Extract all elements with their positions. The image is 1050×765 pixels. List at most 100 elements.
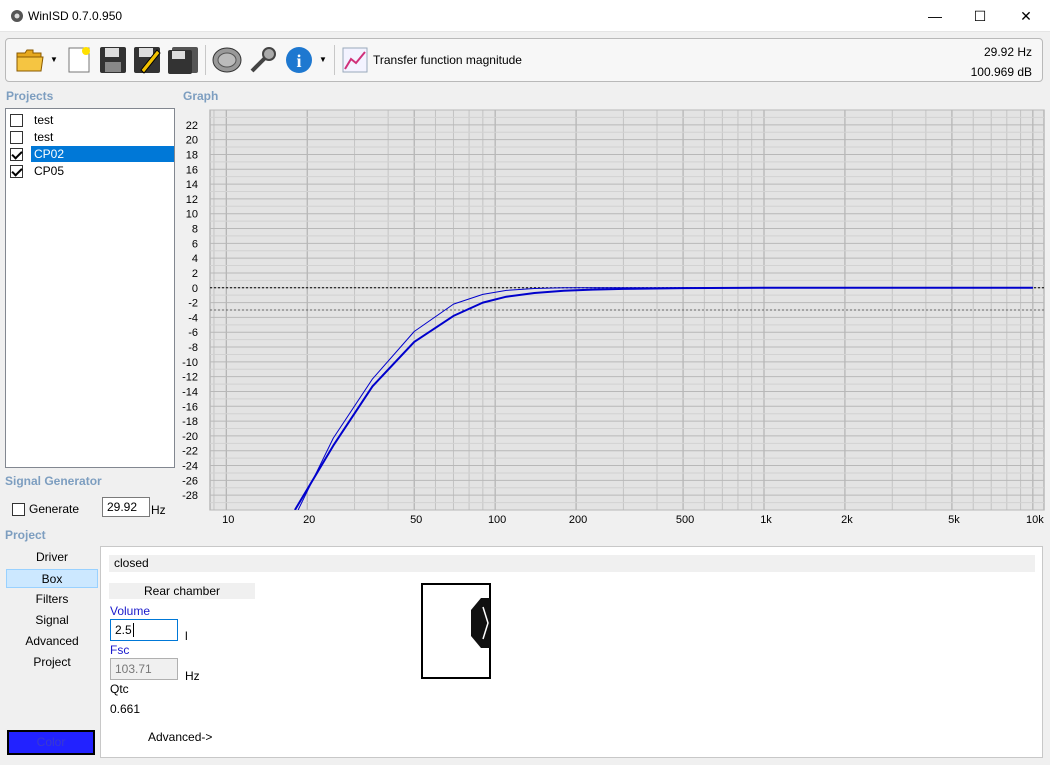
y-tick-label: 10 (186, 209, 198, 221)
project-label: test (34, 113, 54, 127)
rear-chamber-tab[interactable]: Rear chamber (109, 583, 255, 599)
x-tick-label: 20 (303, 514, 315, 526)
maximize-button[interactable]: ☐ (957, 0, 1003, 32)
y-tick-label: 8 (192, 224, 198, 236)
info-icon: i (286, 47, 312, 73)
project-item[interactable]: CP05 (8, 163, 174, 179)
toolbar: ▼ i ▼ Transfer function magnitude 29.92 … (5, 38, 1043, 82)
project-label: CP02 (31, 146, 174, 162)
x-tick-label: 10 (222, 514, 234, 526)
box-type-dropdown[interactable]: closed (109, 555, 1035, 572)
project-checkbox[interactable] (10, 147, 23, 161)
project-item[interactable]: CP02 (8, 146, 174, 162)
qtc-value: 0.661 (110, 702, 141, 716)
project-checkbox[interactable] (10, 130, 23, 144)
window-title: WinISD 0.7.0.950 (28, 9, 123, 23)
graph-type-button[interactable] (340, 43, 370, 77)
y-tick-label: 18 (186, 149, 198, 161)
generate-checkbox[interactable]: Generate (12, 502, 79, 516)
new-project-icon (68, 47, 90, 73)
x-tick-label: 5k (948, 514, 960, 526)
y-tick-label: 12 (186, 194, 198, 206)
advanced-link[interactable]: Advanced-> (148, 730, 212, 744)
tools-icon (250, 47, 276, 73)
signal-frequency-unit: Hz (151, 503, 166, 517)
y-tick-label: 6 (192, 238, 198, 250)
project-checkbox[interactable] (10, 113, 23, 127)
box-type-value: closed (114, 556, 149, 570)
toolbar-separator (334, 45, 335, 75)
closed-box-diagram (421, 583, 491, 679)
readout-level: 100.969 dB (970, 65, 1032, 79)
y-tick-label: -2 (188, 298, 198, 310)
x-tick-label: 2k (841, 514, 853, 526)
project-item[interactable]: test (8, 129, 174, 145)
nav-item-driver[interactable]: Driver (6, 548, 98, 567)
close-button[interactable]: ✕ (1003, 0, 1049, 32)
y-tick-label: -22 (182, 446, 198, 458)
volume-input[interactable]: 2.5 (110, 619, 178, 641)
project-item[interactable]: test (8, 112, 174, 128)
nav-item-box[interactable]: Box (6, 569, 98, 588)
tools-button[interactable] (246, 43, 280, 77)
y-tick-label: 22 (186, 120, 198, 132)
y-tick-label: -18 (182, 416, 198, 428)
projects-list[interactable]: test test CP02 CP05 (5, 108, 175, 468)
project-label: CP05 (34, 164, 65, 178)
graph-type-label[interactable]: Transfer function magnitude (373, 53, 522, 67)
y-tick-label: -20 (182, 431, 198, 443)
y-tick-label: 4 (192, 253, 198, 265)
readout-frequency: 29.92 Hz (983, 45, 1032, 59)
open-button[interactable] (14, 43, 46, 77)
project-label: test (34, 130, 54, 144)
y-tick-label: 0 (192, 283, 198, 295)
open-dropdown-caret[interactable]: ▼ (50, 55, 58, 65)
generate-label: Generate (29, 502, 80, 516)
nav-item-filters[interactable]: Filters (6, 590, 98, 609)
volume-unit: l (185, 629, 188, 643)
x-tick-label: 50 (410, 514, 422, 526)
y-tick-label: 16 (186, 164, 198, 176)
save-as-button[interactable] (132, 43, 162, 77)
minimize-icon: — (928, 8, 942, 24)
fsc-field: 103.71 (110, 658, 178, 680)
color-button[interactable]: Color (7, 730, 95, 755)
info-dropdown-caret[interactable]: ▼ (319, 55, 327, 65)
fsc-label: Fsc (110, 643, 130, 657)
fsc-unit: Hz (185, 669, 200, 683)
save-all-button[interactable] (166, 43, 200, 77)
y-tick-label: 20 (186, 135, 198, 147)
title-bar: WinISD 0.7.0.950 — ☐ ✕ (0, 0, 1050, 32)
y-tick-label: -14 (182, 386, 198, 398)
signal-frequency-input[interactable]: 29.92 (102, 497, 150, 517)
y-tick-label: -26 (182, 475, 198, 487)
signal-generator-header: Signal Generator (5, 474, 102, 488)
qtc-label: Qtc (110, 682, 129, 696)
save-all-icon (168, 47, 198, 74)
generate-checkbox-box[interactable] (12, 502, 25, 516)
y-tick-label: -6 (188, 327, 198, 339)
svg-text:i: i (296, 51, 301, 71)
driver-button[interactable] (210, 43, 244, 77)
y-tick-label: -12 (182, 372, 198, 384)
nav-item-advanced[interactable]: Advanced (6, 632, 98, 651)
graph-type-icon (342, 47, 368, 73)
y-tick-label: -4 (188, 312, 198, 324)
box-panel: closed Rear chamber Volume 2.5 l Fsc 103… (100, 546, 1043, 758)
info-button[interactable]: i (284, 43, 314, 77)
maximize-icon: ☐ (973, 7, 987, 24)
x-tick-label: 10k (1026, 514, 1044, 526)
y-tick-label: 14 (186, 179, 198, 191)
new-project-button[interactable] (64, 43, 94, 77)
color-button-label: Color (36, 735, 66, 749)
driver-icon (212, 47, 242, 73)
y-tick-label: -8 (188, 342, 198, 354)
nav-item-project[interactable]: Project (6, 653, 98, 672)
nav-item-signal[interactable]: Signal (6, 611, 98, 630)
volume-label: Volume (110, 604, 151, 618)
project-checkbox[interactable] (10, 164, 23, 178)
graph-chart[interactable]: 2220181614121086420-2-4-6-8-10-12-14-16-… (180, 108, 1046, 528)
x-tick-label: 200 (569, 514, 587, 526)
minimize-button[interactable]: — (912, 0, 958, 32)
save-button[interactable] (98, 43, 128, 77)
